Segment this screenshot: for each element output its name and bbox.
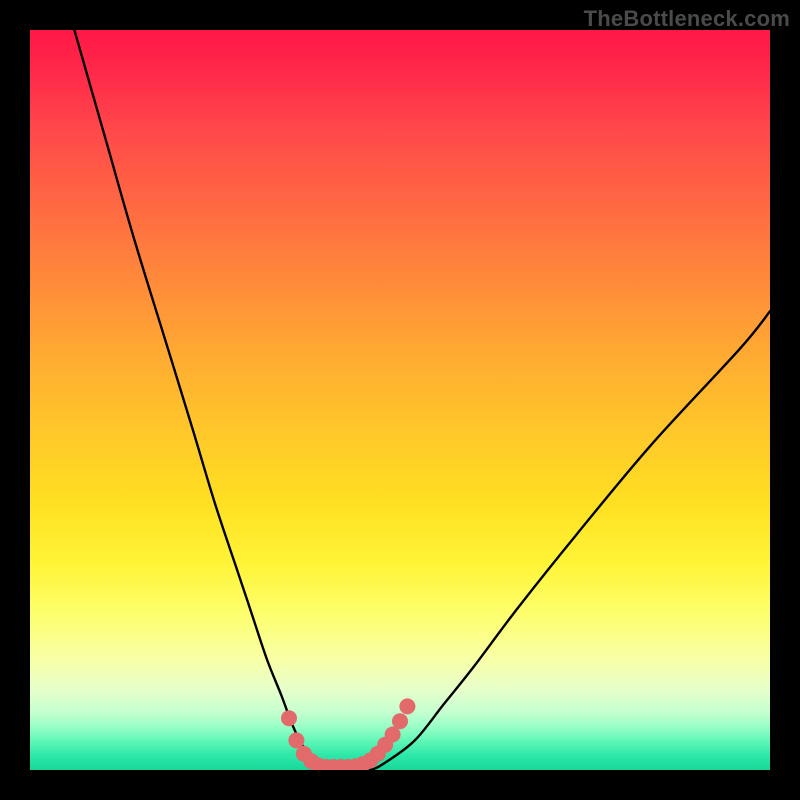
watermark-text: TheBottleneck.com	[584, 6, 790, 32]
curve-layer	[30, 30, 770, 770]
trough-marker	[399, 698, 415, 714]
plot-area	[30, 30, 770, 770]
trough-marker	[281, 710, 297, 726]
trough-marker	[392, 713, 408, 729]
chart-frame: TheBottleneck.com	[0, 0, 800, 800]
bottleneck-curve	[74, 30, 770, 770]
trough-markers	[281, 698, 415, 770]
